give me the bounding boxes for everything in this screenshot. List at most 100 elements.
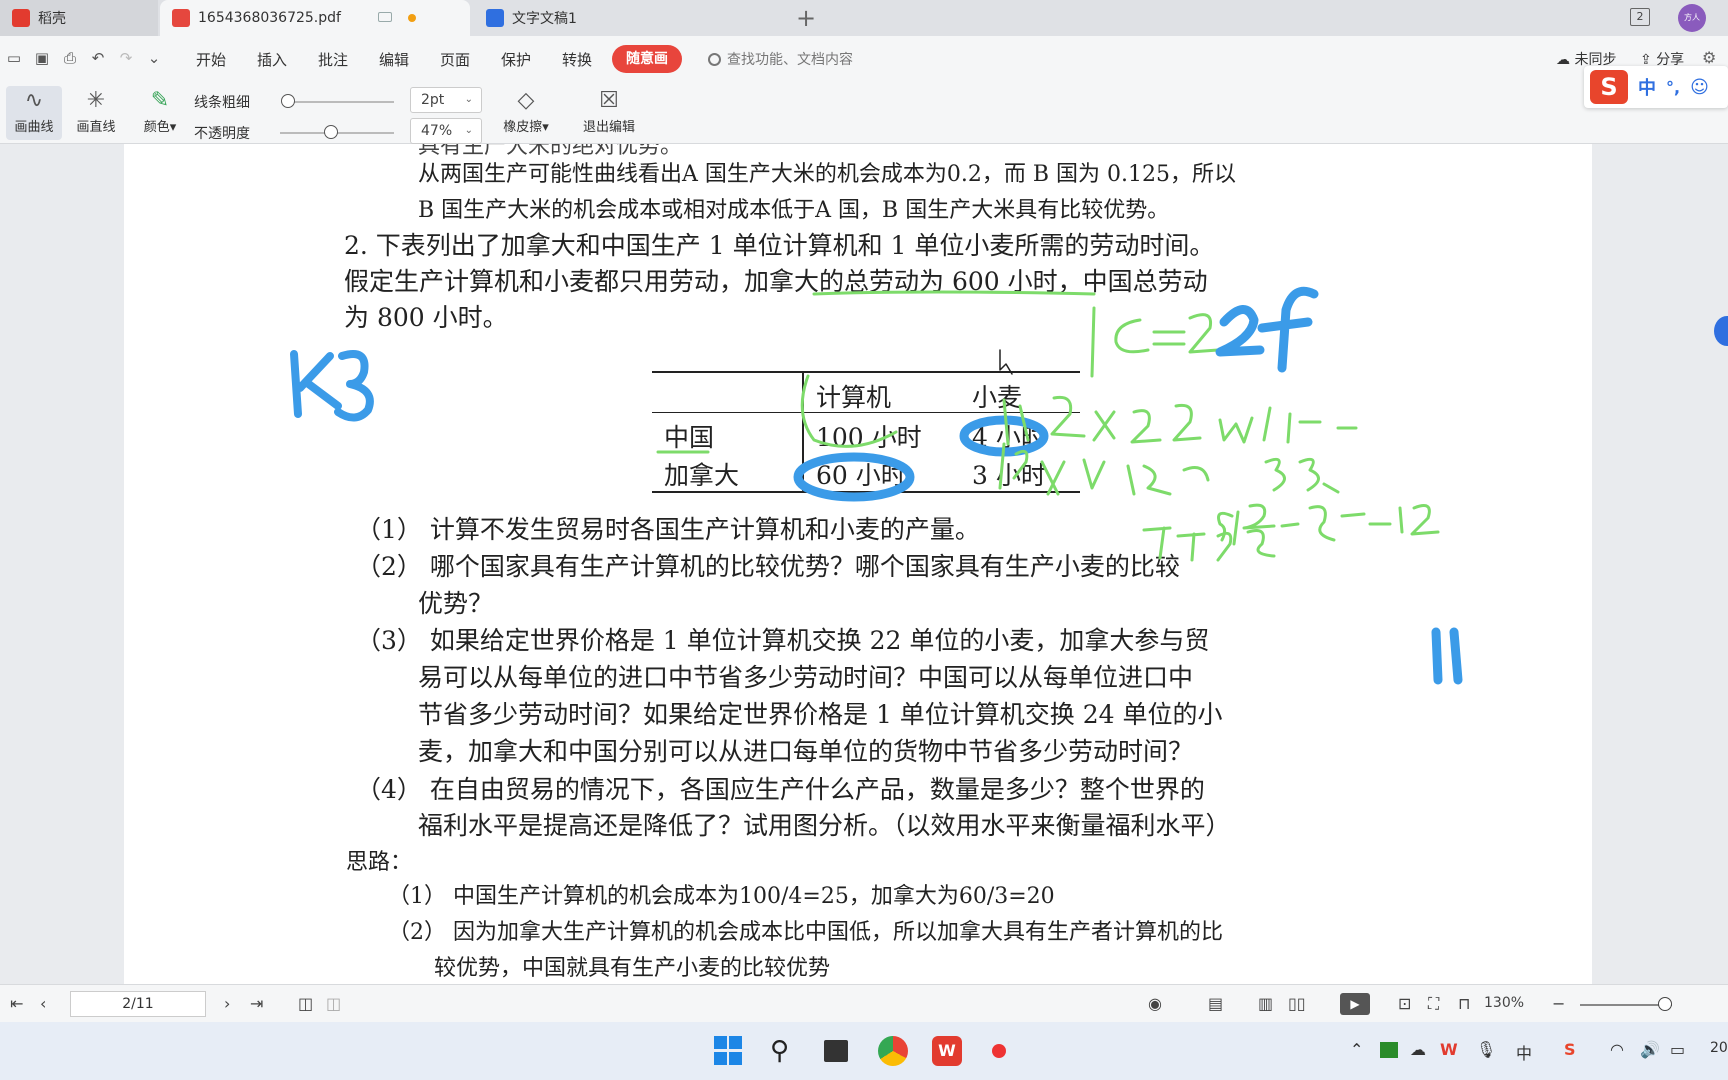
menu-page[interactable]: 页面 bbox=[440, 49, 470, 70]
eye-protection-icon[interactable]: ◉ bbox=[1148, 994, 1162, 1013]
page-indicator[interactable]: 2/11 bbox=[70, 991, 206, 1017]
table-cell: 100 小时 bbox=[816, 423, 922, 452]
emoji-icon[interactable]: ☺ bbox=[1690, 77, 1709, 98]
wps-tray-icon[interactable]: W bbox=[1440, 1040, 1458, 1059]
exit-edit-button[interactable]: ☒ 退出编辑 bbox=[576, 86, 642, 140]
more-chevron-icon[interactable]: ⌄ bbox=[144, 48, 164, 68]
line-width-knob[interactable] bbox=[281, 94, 295, 108]
window-count-badge[interactable]: 2 bbox=[1630, 8, 1650, 26]
tab-pdf-label: 1654368036725.pdf bbox=[198, 10, 341, 26]
first-page-icon[interactable]: ⇤ bbox=[10, 994, 23, 1013]
eraser-icon: ◇ bbox=[517, 88, 535, 113]
open-folder-icon[interactable]: ▭ bbox=[4, 48, 24, 68]
search-placeholder: 查找功能、文档内容 bbox=[727, 52, 853, 68]
two-page-view-icon[interactable]: ▯▯ bbox=[1288, 994, 1306, 1013]
answer-line: （2） 因为加拿大生产计算机的机会成本比中国低，所以加拿大具有生产者计算机的比 bbox=[388, 920, 1223, 945]
fit-page-icon[interactable]: ⛶ bbox=[1428, 994, 1439, 1014]
opacity-knob[interactable] bbox=[324, 125, 338, 139]
nvidia-icon[interactable] bbox=[1380, 1042, 1398, 1058]
wps-icon[interactable]: W bbox=[932, 1036, 962, 1066]
green-88h bbox=[1264, 457, 1340, 494]
answer-line: （1） 中国生产计算机的机会成本为100/4=25，加拿大为60/3=20 bbox=[388, 884, 1055, 909]
actual-size-icon[interactable]: ⊡ bbox=[1398, 994, 1411, 1013]
tab-pdf[interactable]: 1654368036725.pdf bbox=[160, 0, 470, 36]
wifi-icon[interactable]: ◠ bbox=[1610, 1040, 1624, 1059]
prev-page-icon[interactable]: ‹ bbox=[40, 994, 46, 1013]
zoom-level[interactable]: 130% bbox=[1484, 995, 1524, 1011]
question-heading: 2. 下表列出了加拿大和中国生产 1 单位计算机和 1 单位小麦所需的劳动时间。 bbox=[344, 231, 1215, 260]
opacity-select[interactable]: 47% ⌄ bbox=[410, 118, 482, 144]
menu-protect[interactable]: 保护 bbox=[501, 49, 531, 70]
table-cell: 加拿大 bbox=[664, 461, 740, 490]
play-slideshow-icon[interactable]: ▶ bbox=[1340, 993, 1370, 1015]
blue-eleven bbox=[1431, 627, 1463, 685]
record-icon[interactable] bbox=[992, 1044, 1006, 1058]
ime-toolbar[interactable]: S 中 °, ☺ bbox=[1584, 66, 1728, 108]
zoom-out-icon[interactable]: − bbox=[1552, 994, 1565, 1013]
docer-logo-icon bbox=[12, 9, 30, 27]
opacity-value: 47% bbox=[421, 123, 453, 139]
user-avatar[interactable]: 方人 bbox=[1678, 4, 1706, 32]
clock[interactable]: 20 bbox=[1710, 1040, 1728, 1056]
volume-icon[interactable]: 🔊 bbox=[1640, 1040, 1660, 1059]
search-icon[interactable]: ⚲ bbox=[770, 1036, 800, 1066]
color-tool[interactable]: ✎ 颜色▾ bbox=[132, 86, 188, 140]
table-cell: 4 小时 bbox=[972, 423, 1046, 452]
chrome-icon[interactable] bbox=[878, 1036, 908, 1066]
opacity-label: 不透明度 bbox=[194, 126, 250, 142]
question-line: 易可以从每单位的进口中节省多少劳动时间？中国可以从每单位进口中 bbox=[418, 663, 1194, 692]
tray-chevron-up-icon[interactable]: ⌃ bbox=[1350, 1040, 1363, 1059]
menu-freehand-draw[interactable]: 随意画 bbox=[612, 45, 682, 73]
microphone-icon[interactable]: 🎙 bbox=[1476, 1040, 1496, 1059]
menu-comment[interactable]: 批注 bbox=[318, 49, 348, 70]
back-icon[interactable]: ◫ bbox=[298, 994, 313, 1013]
task-view-icon[interactable] bbox=[824, 1040, 848, 1062]
ime-tray-icon[interactable]: 中 bbox=[1516, 1040, 1532, 1064]
line-width-label: 线条粗细 bbox=[194, 95, 250, 111]
battery-icon[interactable]: ▭ bbox=[1670, 1040, 1685, 1059]
continuous-view-icon[interactable]: ▥ bbox=[1258, 994, 1273, 1013]
answer-line: 较优势，中国就具有生产小麦的比较优势 bbox=[434, 956, 831, 981]
line-width-slider[interactable] bbox=[282, 101, 394, 103]
green-formula-row3 bbox=[1217, 503, 1440, 546]
menu-edit[interactable]: 编辑 bbox=[379, 49, 409, 70]
save-icon[interactable]: ▣ bbox=[32, 48, 52, 68]
table-header: 小麦 bbox=[972, 383, 1023, 412]
sogou-tray-icon[interactable]: S bbox=[1564, 1040, 1576, 1059]
redo-icon[interactable]: ↷ bbox=[116, 48, 136, 68]
search-box[interactable]: 查找功能、文档内容 bbox=[708, 49, 853, 69]
windows-start-icon[interactable] bbox=[714, 1036, 744, 1066]
forward-icon[interactable]: ◫ bbox=[326, 994, 341, 1013]
question-line: （2） 哪个国家具有生产计算机的比较优势？哪个国家具有生产小麦的比较 bbox=[356, 552, 1180, 581]
add-tab-icon[interactable]: + bbox=[796, 4, 816, 32]
draw-curve-tool[interactable]: ∿ 画曲线 bbox=[6, 86, 62, 140]
question-line: （4） 在自由贸易的情况下，各国应生产什么产品，数量是多少？整个世界的 bbox=[356, 775, 1205, 804]
settings-gear-icon[interactable]: ⚙ bbox=[1702, 48, 1716, 67]
eraser-tool[interactable]: ◇ 橡皮擦▾ bbox=[498, 86, 554, 140]
ime-mode[interactable]: 中 bbox=[1638, 74, 1656, 100]
next-page-icon[interactable]: › bbox=[224, 994, 230, 1013]
draw-line-tool[interactable]: ✳ 画直线 bbox=[68, 86, 124, 140]
draw-toolbar: ∿ 画曲线 ✳ 画直线 ✎ 颜色▾ 线条粗细 不透明度 2pt ⌄ 47% ⌄ ◇ … bbox=[0, 82, 1728, 144]
color-label: 颜色▾ bbox=[143, 120, 177, 135]
zoom-slider-knob[interactable] bbox=[1658, 997, 1672, 1011]
print-icon[interactable]: ⎙ bbox=[60, 48, 80, 68]
sogou-logo-icon: S bbox=[1590, 70, 1628, 104]
ime-punct[interactable]: °, bbox=[1666, 78, 1680, 97]
curve-pen-icon: ∿ bbox=[24, 88, 44, 113]
line-width-select[interactable]: 2pt ⌄ bbox=[410, 87, 482, 113]
table-header: 计算机 bbox=[816, 383, 892, 412]
single-page-view-icon[interactable]: ▤ bbox=[1208, 994, 1223, 1013]
tab-doc[interactable]: 文字文稿1 bbox=[474, 0, 784, 36]
undo-icon[interactable]: ↶ bbox=[88, 48, 108, 68]
cloud-icon[interactable]: ☁ bbox=[1410, 1040, 1426, 1059]
monitor-icon[interactable] bbox=[378, 12, 392, 22]
menu-start[interactable]: 开始 bbox=[196, 49, 226, 70]
last-page-icon[interactable]: ⇥ bbox=[250, 994, 263, 1013]
fit-width-icon[interactable]: ⊓ bbox=[1458, 994, 1470, 1013]
menu-insert[interactable]: 插入 bbox=[257, 49, 287, 70]
side-panel-toggle-icon[interactable] bbox=[1714, 316, 1728, 346]
table-cell: 3 小时 bbox=[972, 461, 1046, 490]
menu-convert[interactable]: 转换 bbox=[562, 49, 592, 70]
tab-home[interactable]: 稻壳 bbox=[0, 0, 158, 36]
